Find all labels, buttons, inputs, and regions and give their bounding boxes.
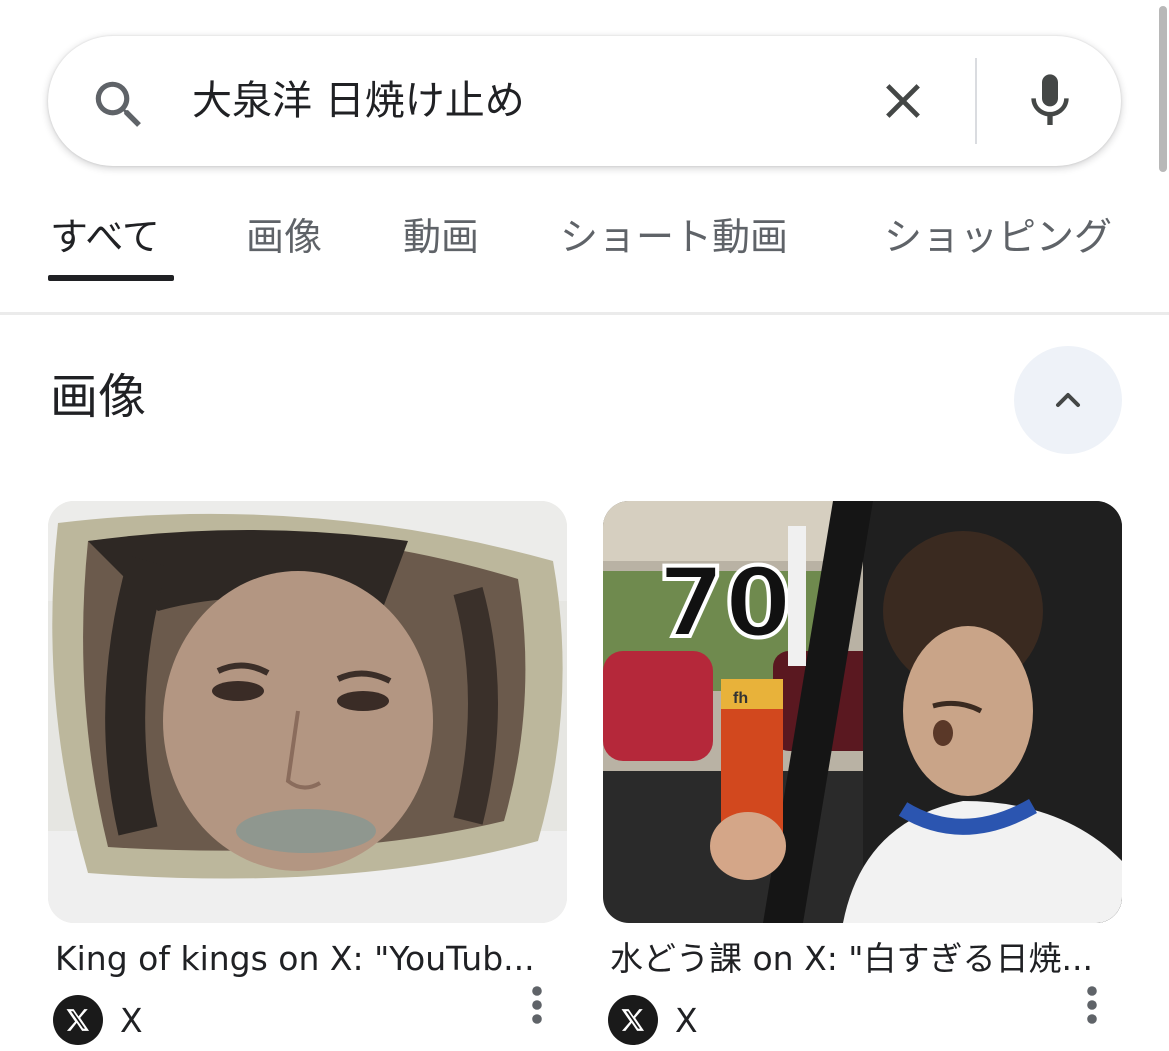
tab-all[interactable]: すべて [50,210,160,264]
result-source: X [120,1001,143,1040]
search-input[interactable]: 大泉洋 日焼け止め [192,72,525,130]
active-tab-indicator [48,275,174,281]
tab-images[interactable]: 画像 [246,210,322,264]
tab-videos[interactable]: 動画 [403,210,479,264]
search-results-page: 大泉洋 日焼け止め すべて 画像 動画 ショート動画 ショッピング 画像 fh … [0,0,1169,1051]
mirror-photo [48,501,567,923]
car-photo: fh 70 [603,501,1122,923]
result-title[interactable]: 水どう課 on X: "白すぎる日焼... [610,934,1110,984]
section-title: 画像 [50,369,147,425]
overlay-number: 70 [658,547,792,659]
close-icon[interactable] [874,72,932,130]
tabs-divider [0,312,1169,315]
tab-short-videos[interactable]: ショート動画 [560,210,788,264]
scrollbar[interactable] [1159,6,1167,172]
image-result-thumbnail[interactable] [48,501,567,923]
chevron-up-icon [1056,393,1080,407]
mic-icon[interactable] [1018,64,1082,138]
x-logo-icon [608,995,658,1045]
image-result-thumbnail[interactable]: fh 70 [603,501,1122,923]
more-vert-icon[interactable] [527,985,547,1025]
search-icon[interactable] [88,74,150,136]
x-logo-icon [53,995,103,1045]
search-bar-divider [975,58,977,144]
svg-text:fh: fh [733,690,748,707]
collapse-button[interactable] [1014,346,1122,454]
more-vert-icon[interactable] [1082,985,1102,1025]
tab-shopping[interactable]: ショッピング [884,210,1112,264]
result-source: X [675,1001,698,1040]
result-title[interactable]: King of kings on X: "YouTub... [55,934,555,984]
